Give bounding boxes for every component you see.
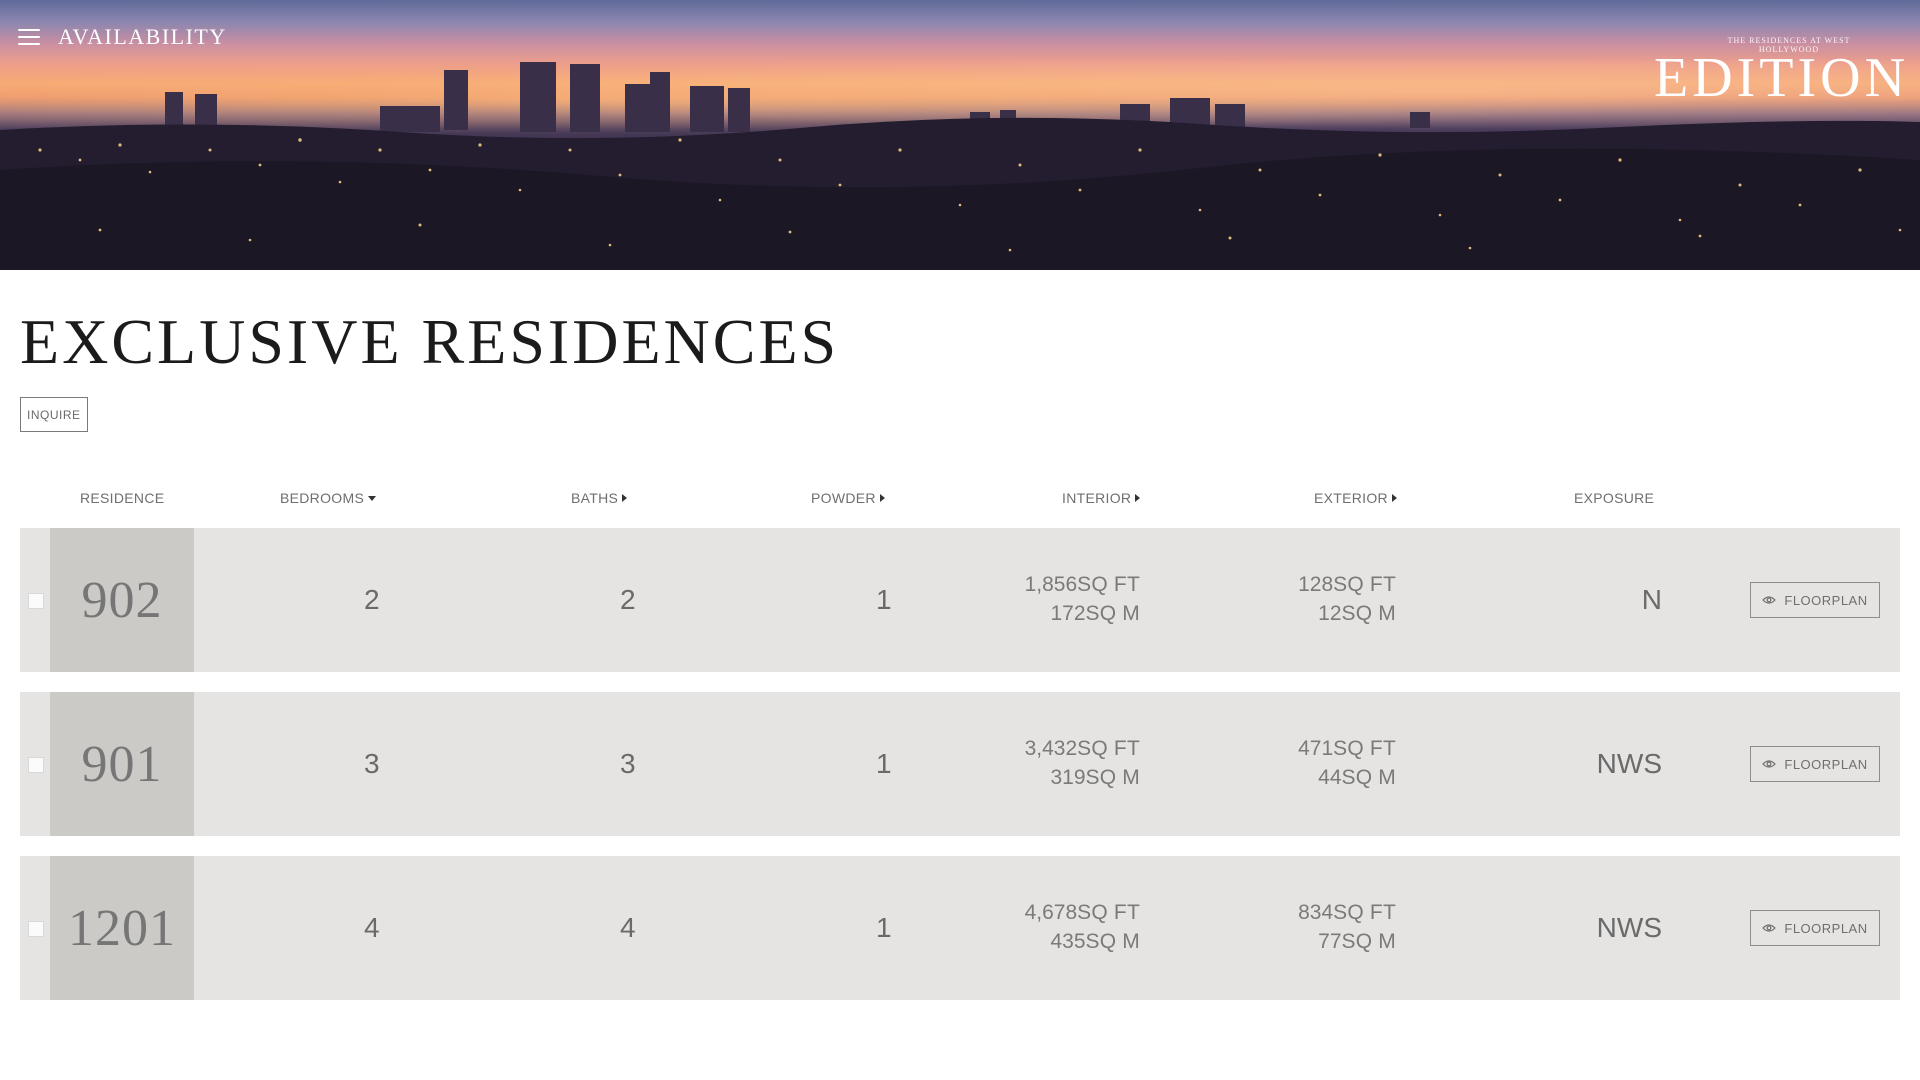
column-header-baths[interactable]: BATHS xyxy=(571,490,628,506)
baths-value: 3 xyxy=(620,748,636,779)
residence-number: 901 xyxy=(81,735,163,793)
interior-sqft-value: 4,678 xyxy=(1024,901,1078,924)
eye-icon xyxy=(1762,596,1777,604)
column-header-interior[interactable]: INTERIOR xyxy=(1062,490,1141,506)
exposure-value: NWS xyxy=(1596,912,1662,943)
eye-icon xyxy=(1762,760,1777,768)
floorplan-button[interactable]: FLOORPLAN xyxy=(1750,582,1880,618)
column-header-exposure: EXPOSURE xyxy=(1574,490,1655,506)
unit-sqft: SQ FT xyxy=(1077,737,1140,760)
row-checkbox[interactable] xyxy=(28,757,44,773)
table-row[interactable]: 1201 4 4 1 4,678SQ FT 435SQ M 834SQ FT 7… xyxy=(20,856,1900,1000)
hero-banner: AVAILABILITY THE RESIDENCES AT WEST HOLL… xyxy=(0,0,1920,270)
exterior-area: 128SQ FT 12SQ M xyxy=(1298,570,1396,628)
interior-sqm-value: 172 xyxy=(1050,602,1086,625)
unit-sqm: SQ M xyxy=(1341,930,1396,953)
column-header-bedrooms[interactable]: BEDROOMS xyxy=(280,490,377,506)
unit-sqm: SQ M xyxy=(1341,602,1396,625)
hero-topbar: AVAILABILITY xyxy=(18,24,227,50)
exterior-sqm-value: 44 xyxy=(1318,766,1342,789)
floorplan-label: FLOORPLAN xyxy=(1784,756,1868,772)
brand-tagline: THE RESIDENCES AT WEST HOLLYWOOD xyxy=(1727,36,1851,54)
table-row[interactable]: 901 3 3 1 3,432SQ FT 319SQ M 471SQ FT 44… xyxy=(20,692,1900,836)
unit-sqft: SQ FT xyxy=(1333,737,1396,760)
exposure-value: NWS xyxy=(1596,748,1662,779)
bedrooms-value: 3 xyxy=(364,748,380,779)
unit-sqft: SQ FT xyxy=(1333,901,1396,924)
exterior-sqft-value: 128 xyxy=(1298,573,1334,596)
sort-icon xyxy=(622,494,628,502)
unit-sqft: SQ FT xyxy=(1077,901,1140,924)
unit-sqft: SQ FT xyxy=(1333,573,1396,596)
floorplan-button[interactable]: FLOORPLAN xyxy=(1750,746,1880,782)
baths-value: 2 xyxy=(620,584,636,615)
unit-sqm: SQ M xyxy=(1085,930,1140,953)
exterior-sqft-value: 471 xyxy=(1298,737,1334,760)
powder-value: 1 xyxy=(876,584,892,615)
sort-icon xyxy=(879,494,885,502)
interior-sqm-value: 435 xyxy=(1050,930,1086,953)
exterior-area: 471SQ FT 44SQ M xyxy=(1298,734,1396,792)
exterior-sqft-value: 834 xyxy=(1298,901,1334,924)
powder-value: 1 xyxy=(876,912,892,943)
residence-number: 1201 xyxy=(68,899,176,957)
floorplan-button[interactable]: FLOORPLAN xyxy=(1750,910,1880,946)
exterior-area: 834SQ FT 77SQ M xyxy=(1298,898,1396,956)
bedrooms-value: 4 xyxy=(364,912,380,943)
residence-cell: 1201 xyxy=(50,856,194,1000)
table-header: RESIDENCE BEDROOMS BATHS POWDER INTERIOR… xyxy=(0,490,1920,510)
brand-wordmark: EDITION xyxy=(1654,47,1910,109)
interior-sqft-value: 3,432 xyxy=(1024,737,1078,760)
baths-value: 4 xyxy=(620,912,636,943)
brand-logo[interactable]: THE RESIDENCES AT WEST HOLLYWOOD EDITION xyxy=(1654,36,1910,109)
page-section-title: AVAILABILITY xyxy=(58,24,227,49)
residence-cell: 902 xyxy=(50,528,194,672)
page-title: EXCLUSIVE RESIDENCES xyxy=(20,306,840,377)
exposure-value: N xyxy=(1641,584,1662,615)
unit-sqm: SQ M xyxy=(1085,602,1140,625)
unit-sqm: SQ M xyxy=(1085,766,1140,789)
table-row[interactable]: 902 2 2 1 1,856SQ FT 172SQ M 128SQ FT 12… xyxy=(20,528,1900,672)
residence-cell: 901 xyxy=(50,692,194,836)
exterior-sqm-value: 12 xyxy=(1318,602,1342,625)
hamburger-menu-icon[interactable] xyxy=(18,29,40,45)
city-skyline-image xyxy=(0,62,1920,270)
column-header-exterior[interactable]: EXTERIOR xyxy=(1314,490,1397,506)
powder-value: 1 xyxy=(876,748,892,779)
row-checkbox[interactable] xyxy=(28,921,44,937)
column-header-residence: RESIDENCE xyxy=(80,490,165,506)
sort-icon xyxy=(1135,494,1141,502)
interior-sqft-value: 1,856 xyxy=(1024,573,1078,596)
sort-icon xyxy=(1391,494,1397,502)
column-header-powder[interactable]: POWDER xyxy=(811,490,885,506)
floorplan-label: FLOORPLAN xyxy=(1784,592,1868,608)
residence-number: 902 xyxy=(81,571,163,629)
interior-area: 3,432SQ FT 319SQ M xyxy=(1025,734,1140,792)
interior-area: 1,856SQ FT 172SQ M xyxy=(1025,570,1140,628)
exterior-sqm-value: 77 xyxy=(1318,930,1342,953)
inquire-button[interactable]: INQUIRE xyxy=(20,397,88,432)
bedrooms-value: 2 xyxy=(364,584,380,615)
eye-icon xyxy=(1762,924,1777,932)
row-checkbox[interactable] xyxy=(28,593,44,609)
sort-desc-icon xyxy=(368,495,377,501)
interior-sqm-value: 319 xyxy=(1050,766,1086,789)
unit-sqm: SQ M xyxy=(1341,766,1396,789)
unit-sqft: SQ FT xyxy=(1077,573,1140,596)
interior-area: 4,678SQ FT 435SQ M xyxy=(1025,898,1140,956)
floorplan-label: FLOORPLAN xyxy=(1784,920,1868,936)
